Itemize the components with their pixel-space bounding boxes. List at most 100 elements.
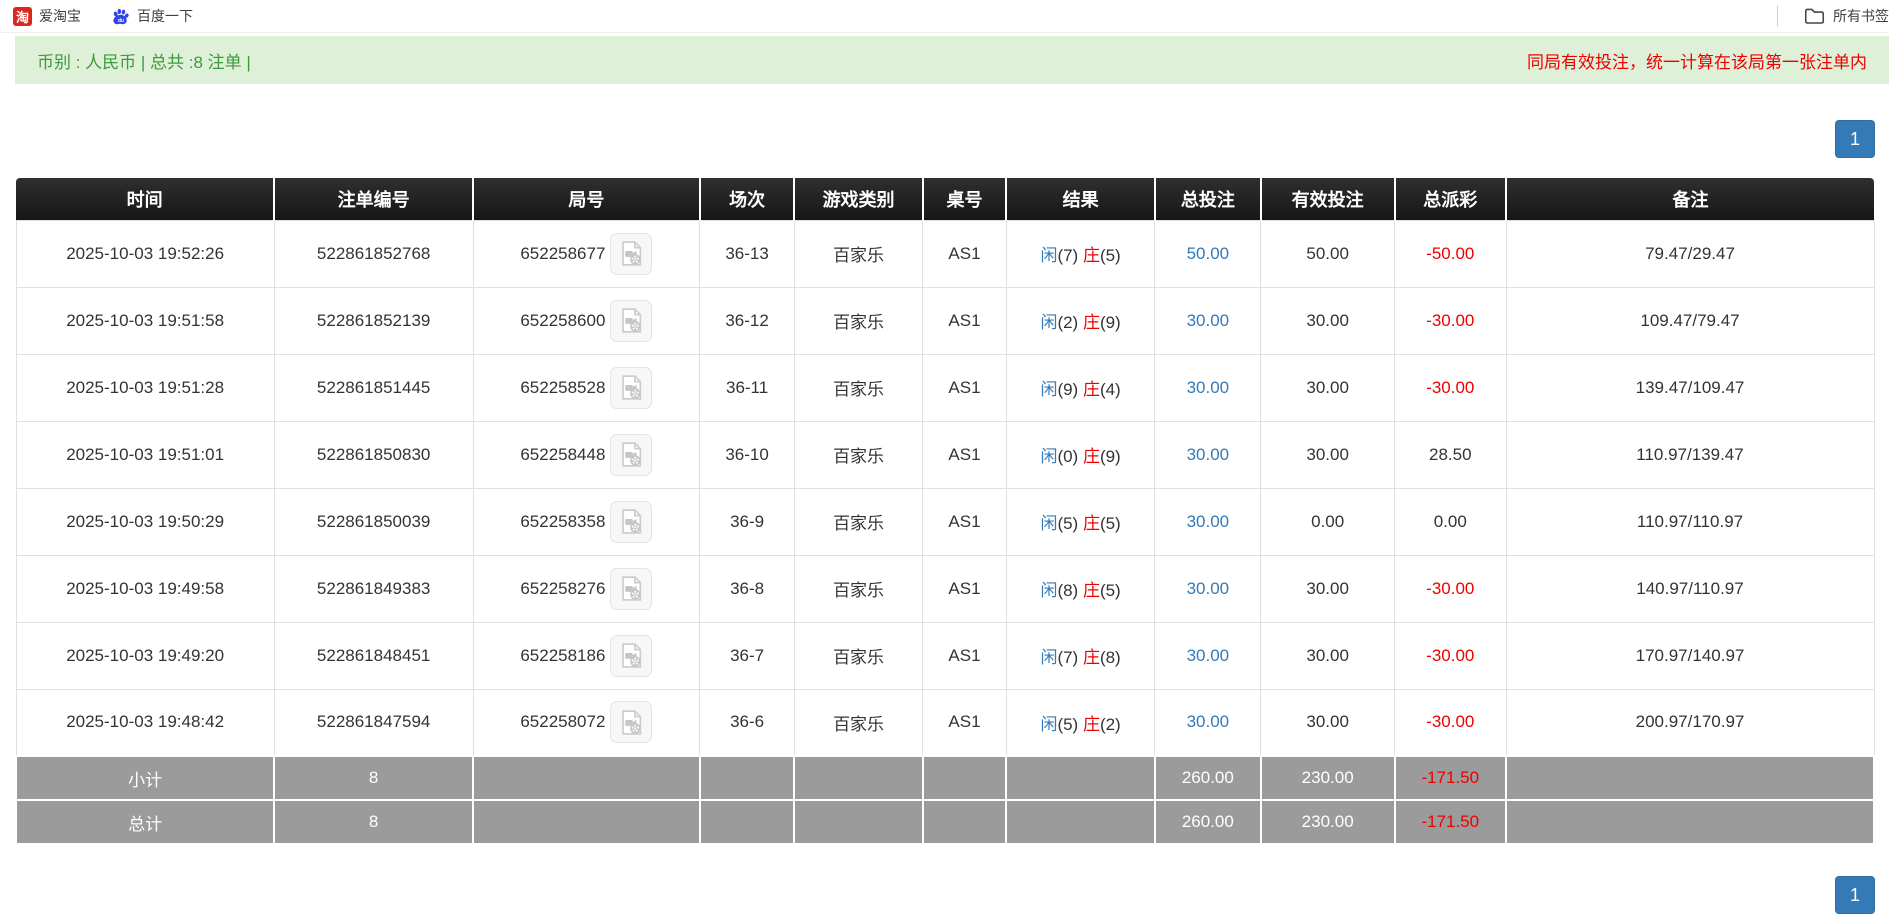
header-cell-3: 场次	[700, 178, 795, 220]
bookmark-item-taobao[interactable]: 淘 爱淘宝	[13, 6, 81, 26]
result-player-score: (9)	[1057, 380, 1083, 399]
total-row: 总计8260.00230.00-171.50	[16, 800, 1874, 844]
cell-remark: 140.97/110.97	[1506, 555, 1874, 622]
cell-game-no: 652258072	[473, 689, 700, 756]
cell-game-no: 652258677	[473, 220, 700, 287]
cell-game-type: 百家乐	[794, 555, 922, 622]
cell-payout: 28.50	[1395, 421, 1506, 488]
cell-bet-id: 522861852768	[274, 220, 473, 287]
page-button-1[interactable]: 1	[1835, 120, 1875, 158]
result-banker-label: 庄	[1083, 447, 1100, 466]
cell-session: 36-13	[700, 220, 795, 287]
result-player-label: 闲	[1040, 380, 1057, 399]
video-replay-button[interactable]	[610, 635, 652, 677]
cell-game-no: 652258448	[473, 421, 700, 488]
cell-total-bet: 30.00	[1155, 421, 1261, 488]
result-banker-score: (5)	[1100, 581, 1121, 600]
cell-valid-bet: 30.00	[1261, 555, 1395, 622]
game-no-text: 652258186	[520, 646, 605, 666]
video-replay-button[interactable]	[610, 434, 652, 476]
result-banker-label: 庄	[1083, 313, 1100, 332]
cell-game-type: 百家乐	[794, 689, 922, 756]
cell-table-no: AS1	[923, 488, 1007, 555]
cell-game-type: 百家乐	[794, 488, 922, 555]
total-row-cell-10	[1506, 800, 1874, 844]
result-banker-score: (5)	[1100, 514, 1121, 533]
baidu-paw-icon: du	[111, 7, 130, 26]
cell-time: 2025-10-03 19:52:26	[16, 220, 274, 287]
cell-remark: 110.97/110.97	[1506, 488, 1874, 555]
result-banker-score: (9)	[1100, 447, 1121, 466]
result-banker-score: (4)	[1100, 380, 1121, 399]
cell-bet-id: 522861850039	[274, 488, 473, 555]
cell-result: 闲(7) 庄(5)	[1006, 220, 1155, 287]
result-player-score: (5)	[1057, 514, 1083, 533]
result-banker-label: 庄	[1083, 380, 1100, 399]
video-replay-button[interactable]	[610, 300, 652, 342]
game-no-wrap: 652258276	[520, 568, 652, 610]
result-player-label: 闲	[1040, 246, 1057, 265]
video-replay-button[interactable]	[610, 233, 652, 275]
table-row-6: 2025-10-03 19:49:20522861848451652258186…	[16, 622, 1874, 689]
header-cell-6: 结果	[1006, 178, 1155, 220]
page-button-1-bottom[interactable]: 1	[1835, 876, 1875, 914]
cell-table-no: AS1	[923, 354, 1007, 421]
subtotal-row-cell-10	[1506, 756, 1874, 800]
bets-table: 时间注单编号局号场次游戏类别桌号结果总投注有效投注总派彩备注 2025-10-0…	[15, 178, 1875, 845]
cell-bet-id: 522861848451	[274, 622, 473, 689]
bookmark-item-baidu[interactable]: du 百度一下	[111, 6, 193, 26]
total-row-cell-5	[923, 800, 1007, 844]
cell-remark: 200.97/170.97	[1506, 689, 1874, 756]
result-player-label: 闲	[1040, 581, 1057, 600]
video-replay-button[interactable]	[610, 501, 652, 543]
cell-bet-id: 522861850830	[274, 421, 473, 488]
notice-banner: 币别 : 人民币 | 总共 :8 注单 | 同局有效投注，统一计算在该局第一张注…	[15, 36, 1889, 84]
cell-table-no: AS1	[923, 287, 1007, 354]
cell-time: 2025-10-03 19:51:01	[16, 421, 274, 488]
cell-valid-bet: 30.00	[1261, 354, 1395, 421]
video-replay-button[interactable]	[610, 701, 652, 743]
cell-remark: 109.47/79.47	[1506, 287, 1874, 354]
result-banker-label: 庄	[1083, 648, 1100, 667]
taobao-icon: 淘	[13, 7, 32, 26]
cell-game-no: 652258186	[473, 622, 700, 689]
cell-result: 闲(5) 庄(5)	[1006, 488, 1155, 555]
result-player-label: 闲	[1040, 313, 1057, 332]
table-row-0: 2025-10-03 19:52:26522861852768652258677…	[16, 220, 1874, 287]
table-row-5: 2025-10-03 19:49:58522861849383652258276…	[16, 555, 1874, 622]
subtotal-row-cell-3	[700, 756, 795, 800]
result-player-label: 闲	[1040, 447, 1057, 466]
total-row-cell-7: 260.00	[1155, 800, 1261, 844]
video-replay-button[interactable]	[610, 367, 652, 409]
cell-payout: -30.00	[1395, 555, 1506, 622]
game-no-text: 652258276	[520, 579, 605, 599]
cell-game-no: 652258358	[473, 488, 700, 555]
result-player-score: (0)	[1057, 447, 1083, 466]
result-banker-label: 庄	[1083, 715, 1100, 734]
cell-table-no: AS1	[923, 220, 1007, 287]
subtotal-row-cell-5	[923, 756, 1007, 800]
cell-result: 闲(9) 庄(4)	[1006, 354, 1155, 421]
subtotal-row-cell-4	[794, 756, 922, 800]
cell-bet-id: 522861851445	[274, 354, 473, 421]
subtotal-row-cell-2	[473, 756, 700, 800]
subtotal-row-cell-6	[1006, 756, 1155, 800]
cell-table-no: AS1	[923, 555, 1007, 622]
cell-game-type: 百家乐	[794, 287, 922, 354]
cell-valid-bet: 30.00	[1261, 287, 1395, 354]
subtotal-row: 小计8260.00230.00-171.50	[16, 756, 1874, 800]
table-row-1: 2025-10-03 19:51:58522861852139652258600…	[16, 287, 1874, 354]
currency-summary-text: 币别 : 人民币 | 总共 :8 注单 |	[37, 48, 251, 73]
all-bookmarks-label[interactable]: 所有书签	[1833, 6, 1889, 26]
subtotal-row-cell-7: 260.00	[1155, 756, 1261, 800]
cell-valid-bet: 30.00	[1261, 421, 1395, 488]
cell-session: 36-7	[700, 622, 795, 689]
cell-result: 闲(8) 庄(5)	[1006, 555, 1155, 622]
result-banker-score: (8)	[1100, 648, 1121, 667]
video-replay-button[interactable]	[610, 568, 652, 610]
game-no-wrap: 652258600	[520, 300, 652, 342]
table-row-3: 2025-10-03 19:51:01522861850830652258448…	[16, 421, 1874, 488]
cell-result: 闲(5) 庄(2)	[1006, 689, 1155, 756]
game-no-wrap: 652258528	[520, 367, 652, 409]
cell-game-type: 百家乐	[794, 622, 922, 689]
